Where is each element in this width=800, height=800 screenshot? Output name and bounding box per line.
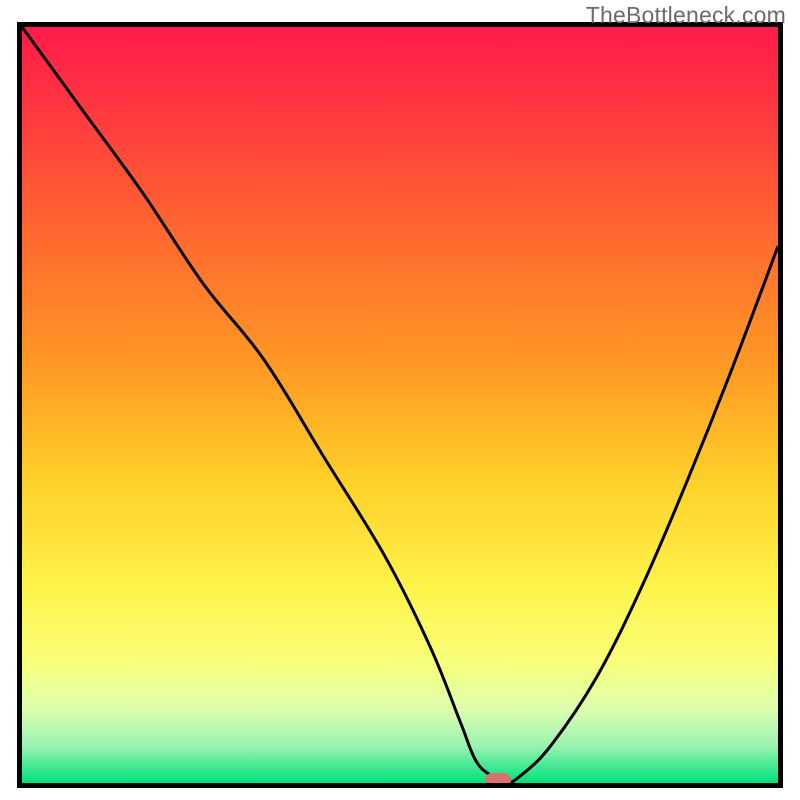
plot-svg xyxy=(22,27,778,783)
minimum-marker xyxy=(485,773,511,787)
plot-frame xyxy=(17,22,783,788)
watermark-text: TheBottleneck.com xyxy=(586,2,786,29)
chart-container: TheBottleneck.com xyxy=(0,0,800,800)
plot-background xyxy=(22,27,778,783)
